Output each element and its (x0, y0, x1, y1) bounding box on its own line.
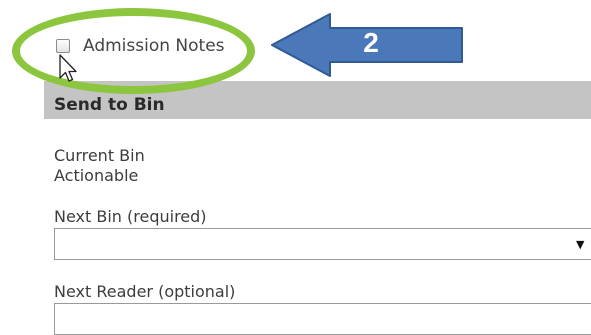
next-reader-label: Next Reader (optional) (54, 282, 236, 301)
admission-notes-row[interactable]: Admission Notes (56, 36, 225, 56)
current-bin-value: Actionable (54, 166, 139, 185)
admission-notes-checkbox[interactable] (56, 39, 70, 53)
current-bin-label: Current Bin (54, 146, 145, 165)
send-to-bin-header: Send to Bin (44, 81, 591, 119)
dropdown-arrow-icon[interactable]: ▼ (576, 238, 584, 251)
next-reader-input[interactable] (54, 303, 591, 335)
mouse-cursor-icon (59, 54, 77, 82)
step-number: 2 (363, 27, 379, 58)
admission-notes-label[interactable]: Admission Notes (83, 36, 225, 56)
next-bin-label: Next Bin (required) (54, 207, 207, 226)
next-bin-select[interactable]: ▼ (54, 228, 591, 260)
panel-title: Send to Bin (54, 95, 165, 115)
admission-form: Admission Notes 2 Send to Bin Current Bi… (0, 0, 591, 335)
